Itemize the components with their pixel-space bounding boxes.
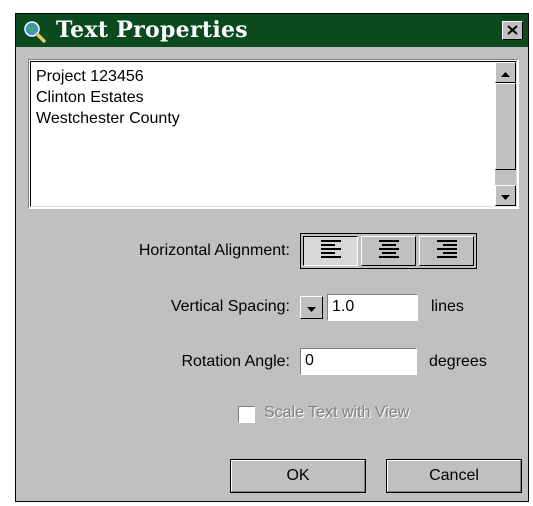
title-bar[interactable]: Text Properties [16,14,528,47]
rotation-angle-label: Rotation Angle: [181,353,290,370]
vertical-spacing-unit: lines [431,298,464,315]
scale-text-label: Scale Text with View [264,404,410,421]
horizontal-alignment-label: Horizontal Alignment: [138,242,290,259]
scroll-down-button[interactable] [495,185,516,206]
cancel-button[interactable]: Cancel [386,459,522,493]
text-line: Westchester County [36,110,180,127]
vertical-spacing-input[interactable]: 1.0 [327,294,418,321]
ok-button[interactable]: OK [230,459,366,493]
magnifier-globe-icon [22,19,46,43]
align-left-icon [320,239,342,263]
vertical-spacing-label: Vertical Spacing: [170,298,290,315]
horizontal-alignment-group [300,233,477,269]
vertical-scrollbar[interactable] [495,62,516,206]
arrow-up-icon [501,64,510,82]
text-input-area[interactable]: Project 123456 Clinton Estates Westchest… [28,59,519,209]
text-line: Project 123456 [36,68,144,85]
align-right-button[interactable] [419,236,474,266]
text-properties-dialog: Text Properties Project 123456 Clinton E… [15,13,529,502]
scroll-up-button[interactable] [495,62,516,83]
arrow-down-icon [501,187,510,205]
chevron-down-icon [307,299,316,317]
window-title: Text Properties [56,17,248,43]
ok-label: OK [286,467,310,484]
close-icon [507,22,518,40]
rotation-angle-input[interactable]: 0 [300,348,417,375]
text-line: Clinton Estates [36,89,144,106]
align-left-button[interactable] [303,236,358,266]
align-right-icon [436,239,458,263]
align-center-button[interactable] [361,236,416,266]
scale-text-checkbox[interactable] [238,406,255,423]
text-lines: Project 123456 Clinton Estates Westchest… [36,66,180,129]
close-button[interactable] [502,21,523,40]
vertical-spacing-dropdown-button[interactable] [300,296,323,319]
cancel-label: Cancel [429,467,479,484]
scroll-thumb[interactable] [495,83,516,170]
rotation-angle-unit: degrees [429,353,487,370]
align-center-icon [378,239,400,263]
